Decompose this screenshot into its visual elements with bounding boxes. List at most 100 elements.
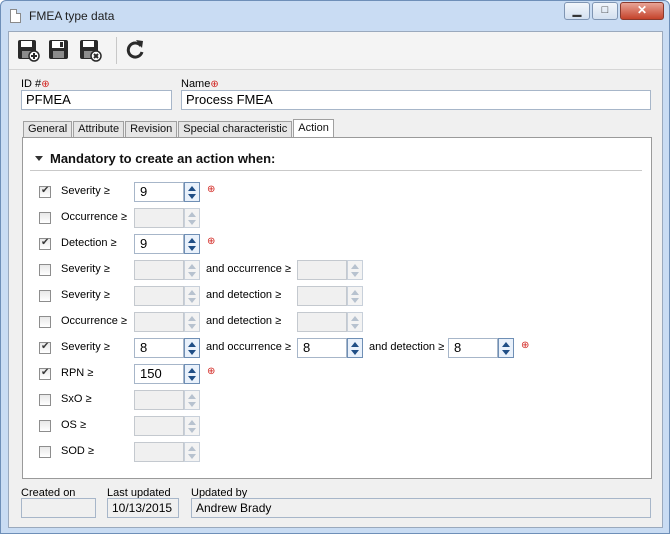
required-icon: ⊕	[207, 366, 216, 377]
rule-checkbox[interactable]	[39, 394, 51, 406]
rule-and-spinner[interactable]	[347, 338, 363, 358]
rule-value-input[interactable]: 150	[134, 364, 184, 384]
rule-checkbox[interactable]	[39, 316, 51, 328]
rule-row: Occurrence ≥ and detection ≥	[23, 311, 651, 333]
rule-value-spinner[interactable]	[184, 286, 200, 306]
rule-label: SxO ≥	[61, 393, 92, 405]
rule-value-input[interactable]	[134, 286, 184, 306]
rule-row: Occurrence ≥	[23, 207, 651, 229]
rule-row: SOD ≥	[23, 441, 651, 463]
required-icon: ⊕	[210, 79, 219, 90]
rule-value-spinner[interactable]	[184, 364, 200, 384]
rule-checkbox[interactable]	[39, 420, 51, 432]
save-new-icon	[18, 40, 40, 62]
fmea-type-window: FMEA type data ▁ □ ✕ ID #⊕ PFMEA Name⊕ P…	[0, 0, 670, 534]
required-icon: ⊕	[207, 236, 216, 247]
required-icon: ⊕	[521, 340, 530, 351]
refresh-button[interactable]	[123, 38, 147, 62]
rule-and-input[interactable]: 8	[297, 338, 347, 358]
rule-value-spinner[interactable]	[184, 182, 200, 202]
rule-checkbox[interactable]	[39, 367, 51, 380]
rule-value-input[interactable]	[134, 442, 184, 462]
minimize-icon: ▁	[572, 5, 582, 17]
rule-value-input[interactable]	[134, 208, 184, 228]
rule-and-spinner[interactable]	[347, 312, 363, 332]
name-input[interactable]: Process FMEA	[181, 90, 651, 110]
rule-label: RPN ≥	[61, 367, 94, 379]
section-divider	[30, 170, 642, 171]
rule-and-label: and detection ≥	[206, 289, 282, 301]
maximize-icon: □	[601, 4, 609, 16]
tab-general[interactable]: General	[23, 121, 73, 138]
rule-and-label: and detection ≥	[369, 341, 445, 353]
rule-value-input[interactable]: 8	[134, 338, 184, 358]
rule-checkbox[interactable]	[39, 264, 51, 276]
rule-label: OS ≥	[61, 419, 86, 431]
save-button[interactable]	[47, 38, 71, 62]
id-label-text: ID #	[21, 78, 42, 90]
name-label: Name⊕	[181, 78, 219, 90]
rule-checkbox[interactable]	[39, 290, 51, 302]
last-updated-field: 10/13/2015	[107, 498, 179, 518]
rule-value-spinner[interactable]	[184, 390, 200, 410]
rule-row: OS ≥	[23, 415, 651, 437]
rule-checkbox[interactable]	[39, 237, 51, 250]
tab-special-characteristic[interactable]: Special characteristic	[178, 121, 293, 138]
rule-and-input[interactable]	[297, 260, 347, 280]
rule-and-input[interactable]	[297, 286, 347, 306]
rule-label: Severity ≥	[61, 341, 110, 353]
rule-value-input[interactable]: 9	[134, 182, 184, 202]
window-title: FMEA type data	[29, 9, 115, 23]
rule-label: Detection ≥	[61, 237, 117, 249]
rule-value-spinner[interactable]	[184, 442, 200, 462]
title-bar[interactable]: FMEA type data ▁ □ ✕	[1, 1, 669, 31]
close-button[interactable]: ✕	[620, 2, 664, 20]
document-icon	[10, 9, 21, 23]
required-icon: ⊕	[207, 184, 216, 195]
tab-action[interactable]: Action	[293, 119, 334, 138]
rule-label: Severity ≥	[61, 289, 110, 301]
id-input[interactable]: PFMEA	[21, 90, 172, 110]
rule-and-input[interactable]: 8	[448, 338, 498, 358]
minimize-button[interactable]: ▁	[564, 2, 590, 20]
rule-and-spinner[interactable]	[498, 338, 514, 358]
tab-attribute[interactable]: Attribute	[73, 121, 125, 138]
rule-checkbox[interactable]	[39, 185, 51, 198]
rule-and-spinner[interactable]	[347, 286, 363, 306]
rule-value-spinner[interactable]	[184, 260, 200, 280]
rule-value-input[interactable]	[134, 312, 184, 332]
rule-value-spinner[interactable]	[184, 312, 200, 332]
rule-row: Severity ≥ 8 and occurrence ≥ 8 and dete…	[23, 337, 651, 359]
rule-label: Occurrence ≥	[61, 315, 127, 327]
rule-value-input[interactable]	[134, 260, 184, 280]
toolbar	[9, 32, 662, 70]
rule-checkbox[interactable]	[39, 446, 51, 458]
rule-value-spinner[interactable]	[184, 234, 200, 254]
rule-checkbox[interactable]	[39, 341, 51, 354]
name-label-text: Name	[181, 78, 211, 90]
rule-label: SOD ≥	[61, 445, 94, 457]
section-header[interactable]: Mandatory to create an action when:	[35, 151, 275, 166]
rule-value-input[interactable]	[134, 416, 184, 436]
save-new-button[interactable]	[16, 38, 40, 62]
dialog-body: ID #⊕ PFMEA Name⊕ Process FMEA General A…	[8, 31, 663, 528]
rule-value-spinner[interactable]	[184, 416, 200, 436]
close-icon: ✕	[636, 3, 648, 17]
rule-value-spinner[interactable]	[184, 208, 200, 228]
rule-value-input[interactable]: 9	[134, 234, 184, 254]
rule-label: Occurrence ≥	[61, 211, 127, 223]
rule-and-input[interactable]	[297, 312, 347, 332]
section-title: Mandatory to create an action when:	[50, 151, 276, 166]
tab-revision[interactable]: Revision	[125, 121, 178, 138]
rule-checkbox[interactable]	[39, 212, 51, 224]
rule-row: RPN ≥ 150 ⊕	[23, 363, 651, 385]
rule-and-spinner[interactable]	[347, 260, 363, 280]
toolbar-separator	[116, 37, 117, 64]
rule-and-label: and occurrence ≥	[206, 341, 291, 353]
refresh-icon	[126, 40, 144, 59]
rule-value-input[interactable]	[134, 390, 184, 410]
rule-and-label: and detection ≥	[206, 315, 282, 327]
save-close-button[interactable]	[78, 38, 102, 62]
maximize-button[interactable]: □	[592, 2, 618, 20]
rule-value-spinner[interactable]	[184, 338, 200, 358]
